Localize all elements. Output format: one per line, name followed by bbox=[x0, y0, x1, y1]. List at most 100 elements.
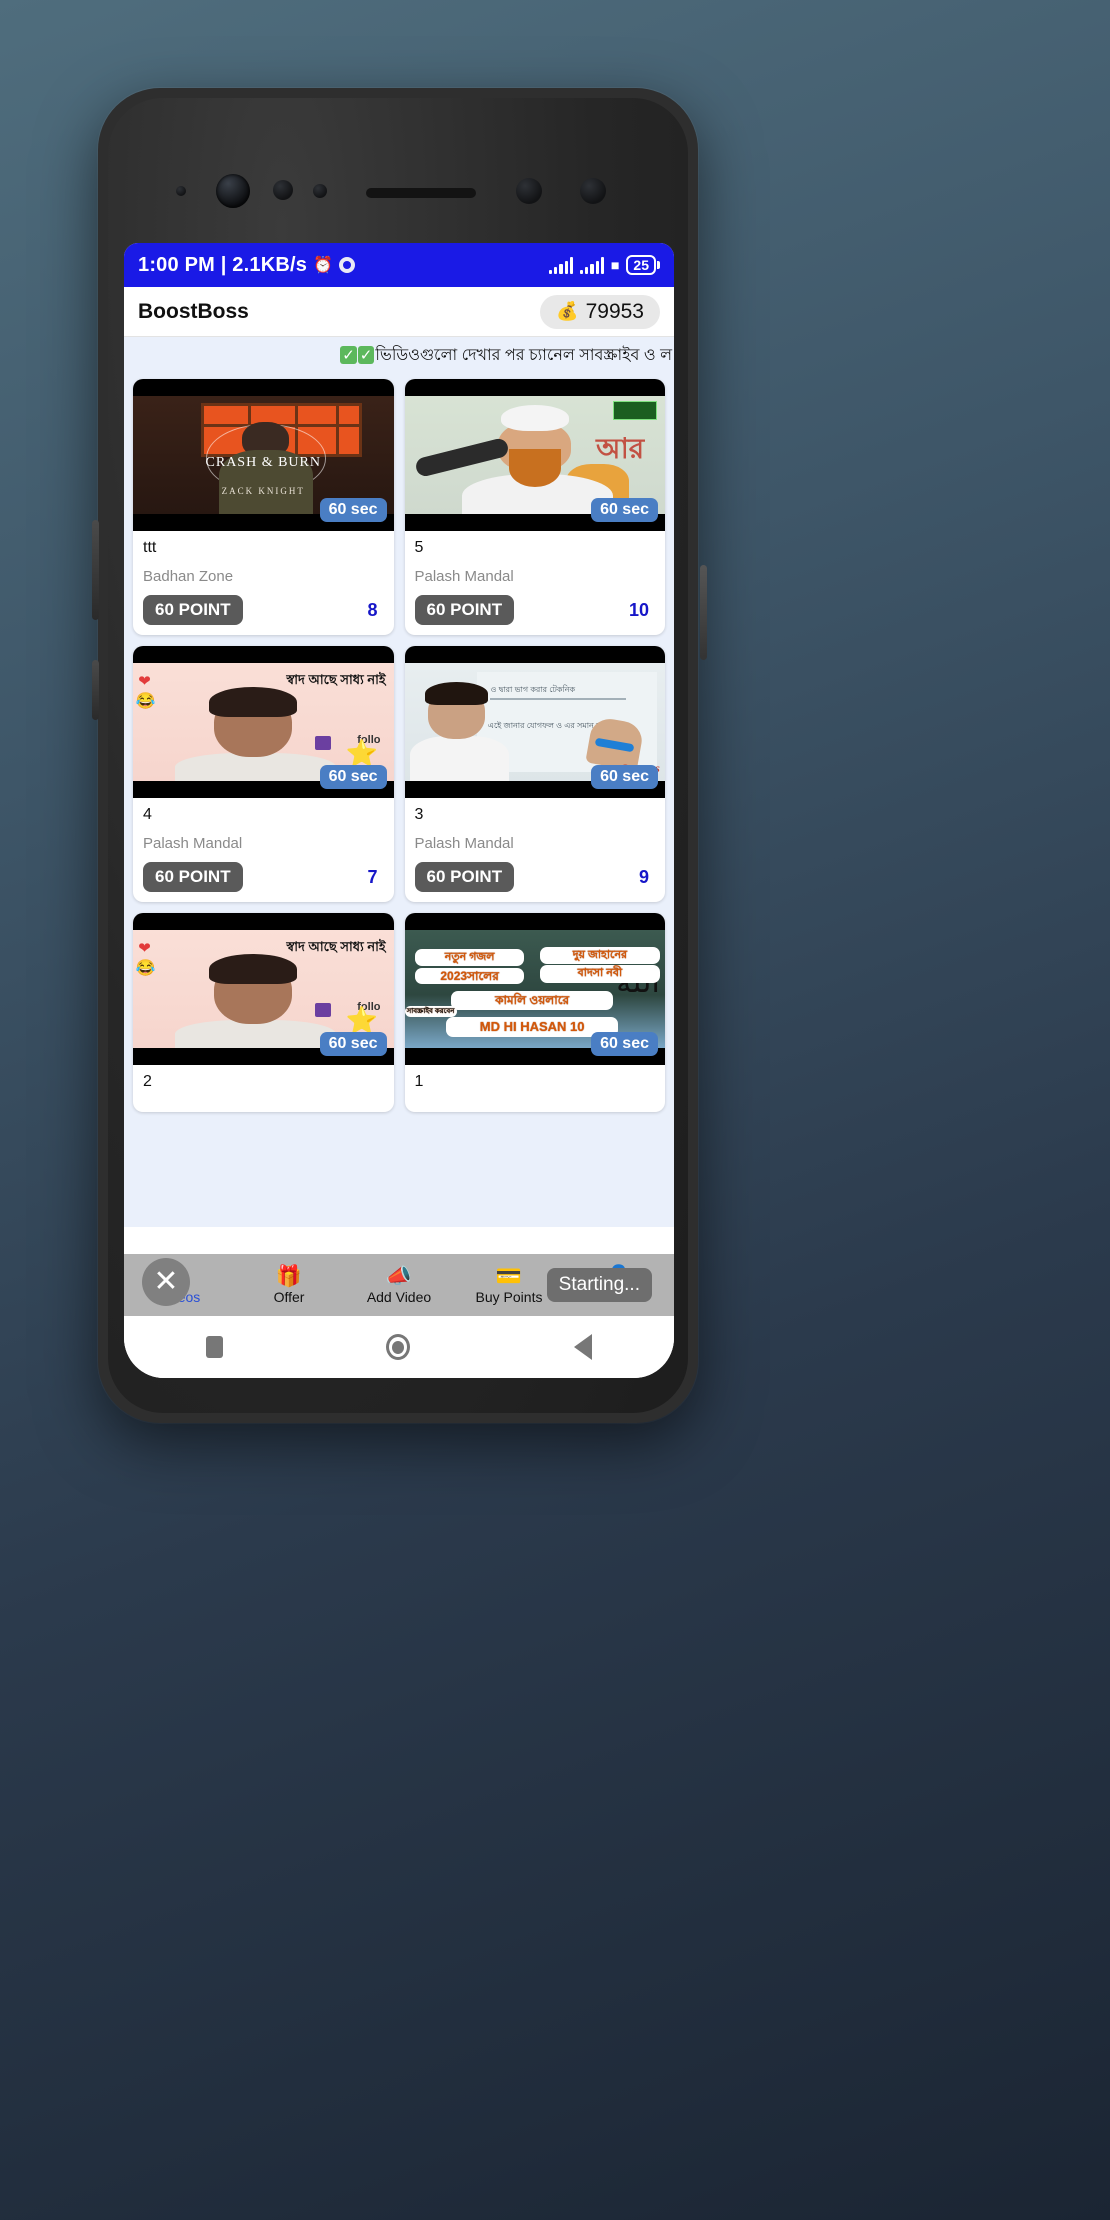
video-card-footer: 60 POINT 7 bbox=[143, 862, 384, 892]
app-bar: BoostBoss 💰 79953 bbox=[124, 287, 674, 337]
video-thumbnail[interactable]: CRASH & BURN ZACK KNIGHT 60 sec bbox=[133, 379, 394, 531]
thumbnail-artist-text: ZACK KNIGHT bbox=[221, 485, 305, 496]
video-card-body: 5 Palash Mandal 60 POINT 10 bbox=[405, 531, 666, 635]
heart-icon: ❤ bbox=[138, 673, 151, 691]
duration-badge: 60 sec bbox=[319, 765, 387, 789]
heart-icon: ❤ bbox=[138, 940, 151, 958]
nav-label: Offer bbox=[273, 1288, 305, 1305]
nav-item-add-video[interactable]: 📣 Add Video bbox=[344, 1264, 454, 1305]
power-button[interactable] bbox=[92, 660, 99, 720]
video-title: 2 bbox=[143, 1073, 152, 1090]
status-bar: 1:00 PM | 2.1KB/s ⏰ ⏹︎ 25 bbox=[124, 243, 674, 287]
circle-home-icon[interactable] bbox=[386, 1334, 411, 1360]
triangle-back-icon[interactable] bbox=[574, 1334, 593, 1360]
video-card[interactable]: স্বাদ আছে সাধ্য নাই ❤ 😂 follo ⭐ 60 sec 2 bbox=[133, 913, 394, 1112]
point-badge[interactable]: 60 POINT bbox=[414, 862, 515, 892]
check-mark-icon: ✓ bbox=[340, 346, 357, 364]
thumbnail-label: 2023সালের bbox=[414, 967, 525, 985]
coins-icon: 💰 bbox=[556, 301, 579, 321]
toast-message: Starting... bbox=[546, 1268, 652, 1302]
video-thumbnail[interactable]: স্বাদ আছে সাধ্য নাই ❤ 😂 follo ⭐ 60 sec bbox=[133, 913, 394, 1065]
video-card-footer: 60 POINT 10 bbox=[414, 595, 656, 625]
thumbnail-overlay-text: ও দ্বারা ভাগ করার টেকনিক bbox=[490, 685, 576, 695]
nav-label: Buy Points bbox=[475, 1288, 543, 1305]
video-card-body: ttt Badhan Zone 60 POINT 8 bbox=[133, 531, 394, 635]
video-card-footer: 60 POINT 8 bbox=[143, 595, 384, 625]
video-card[interactable]: ও দ্বারা ভাগ করার টেকনিক এইে জানার যোগফল… bbox=[404, 646, 665, 902]
gift-icon: 🎁 bbox=[275, 1264, 303, 1288]
thumbnail-overlay-text: স্বাদ আছে সাধ্য নাই bbox=[286, 939, 386, 955]
video-count: 8 bbox=[367, 599, 378, 620]
thumbnail-badge bbox=[612, 400, 658, 420]
video-thumbnail[interactable]: আর 60 sec bbox=[404, 379, 665, 531]
android-system-nav bbox=[124, 1316, 674, 1378]
earpiece-speaker bbox=[366, 188, 476, 198]
video-card[interactable]: CRASH & BURN ZACK KNIGHT 60 sec ttt Badh… bbox=[133, 379, 394, 635]
points-chip[interactable]: 💰 79953 bbox=[540, 294, 660, 329]
chrome-icon bbox=[339, 257, 355, 273]
thumbnail-artwork: الله নতুন গজল 2023সালের দুয় জাহানের বাদ… bbox=[404, 930, 665, 1048]
point-badge[interactable]: 60 POINT bbox=[143, 595, 243, 625]
duration-badge: 60 sec bbox=[591, 1032, 658, 1056]
battery-tip bbox=[657, 261, 660, 269]
video-title: ttt bbox=[143, 539, 157, 556]
point-badge[interactable]: 60 POINT bbox=[414, 595, 515, 625]
sensor-dot-icon bbox=[273, 180, 293, 200]
thumbnail-artwork: স্বাদ আছে সাধ্য নাই ❤ 😂 follo ⭐ bbox=[133, 930, 394, 1048]
video-thumbnail[interactable]: স্বাদ আছে সাধ্য নাই ❤ 😂 follo ⭐ 60 sec bbox=[133, 646, 394, 798]
wallet-icon: 💳 bbox=[495, 1264, 523, 1288]
video-card[interactable]: الله নতুন গজল 2023সালের দুয় জাহানের বাদ… bbox=[404, 913, 666, 1112]
video-title: 5 bbox=[414, 539, 424, 556]
square-recents-icon[interactable] bbox=[205, 1336, 223, 1358]
phone-screen: 1:00 PM | 2.1KB/s ⏰ ⏹︎ 25 BoostBoss 💰 79… bbox=[124, 243, 674, 1378]
thumbnail-label: সাবস্ক্রাইব করবেন bbox=[404, 1005, 457, 1017]
point-badge[interactable]: 60 POINT bbox=[143, 862, 243, 892]
thumbnail-title-text: CRASH & BURN bbox=[205, 455, 321, 470]
thumbnail-artwork: আর bbox=[404, 396, 665, 514]
video-title: 3 bbox=[414, 806, 424, 823]
close-button[interactable]: ✕ bbox=[142, 1258, 190, 1306]
video-thumbnail[interactable]: ও দ্বারা ভাগ করার টেকনিক এইে জানার যোগফল… bbox=[404, 646, 665, 798]
video-title: 4 bbox=[143, 806, 152, 823]
video-title: 1 bbox=[414, 1073, 424, 1090]
check-mark-icon: ✓ bbox=[357, 346, 375, 364]
wifi-icon: ⏹︎ bbox=[610, 255, 620, 275]
side-button-right[interactable] bbox=[700, 565, 707, 660]
points-value: 79953 bbox=[585, 299, 644, 323]
duration-badge: 60 sec bbox=[591, 498, 658, 522]
thumbnail-label: বাদসা নবী bbox=[539, 965, 660, 983]
emoji-icon: 😂 bbox=[135, 693, 156, 711]
video-card-body: 4 Palash Mandal 60 POINT 7 bbox=[133, 798, 394, 902]
sensor-dot-icon bbox=[176, 186, 186, 196]
sensor-dot-icon bbox=[516, 178, 542, 204]
battery-level: 25 bbox=[626, 255, 656, 275]
video-card[interactable]: আর 60 sec 5 Palash Mandal 60 POINT 10 bbox=[404, 379, 666, 635]
video-count: 7 bbox=[367, 866, 378, 887]
thumbnail-overlay-text: স্বাদ আছে সাধ্য নাই bbox=[286, 672, 386, 688]
thumbnail-artwork: ও দ্বারা ভাগ করার টেকনিক এইে জানার যোগফল… bbox=[404, 663, 665, 781]
nav-label: Add Video bbox=[366, 1288, 432, 1305]
thumbnail-artwork: CRASH & BURN ZACK KNIGHT bbox=[133, 396, 394, 514]
nav-item-offer[interactable]: 🎁 Offer bbox=[234, 1264, 344, 1305]
sensor-dot-icon bbox=[313, 184, 327, 198]
video-card[interactable]: স্বাদ আছে সাধ্য নাই ❤ 😂 follo ⭐ 60 sec 4… bbox=[133, 646, 394, 902]
thumbnail-label: দুয় জাহানের bbox=[539, 946, 660, 965]
video-channel: Badhan Zone bbox=[143, 568, 234, 585]
video-count: 9 bbox=[638, 866, 649, 887]
volume-button[interactable] bbox=[92, 520, 99, 620]
thumbnail-label: নতুন গজল bbox=[414, 948, 525, 967]
megaphone-icon: 📣 bbox=[385, 1264, 413, 1288]
video-channel: Palash Mandal bbox=[414, 568, 514, 585]
video-grid: CRASH & BURN ZACK KNIGHT 60 sec ttt Badh… bbox=[124, 373, 674, 1227]
signal-bars-icon bbox=[579, 256, 604, 274]
video-count: 10 bbox=[628, 599, 649, 620]
announcement-banner: ✓ ✓ ভিডিওগুলো দেখার পর চ্যানেল সাবস্ক্রাইব… bbox=[124, 337, 674, 373]
video-thumbnail[interactable]: الله নতুন গজল 2023সালের দুয় জাহানের বাদ… bbox=[404, 913, 665, 1065]
page-title: BoostBoss bbox=[138, 299, 249, 323]
status-bar-right: ⏹︎ 25 bbox=[549, 255, 660, 275]
video-card-body: 2 bbox=[133, 1065, 394, 1112]
video-card-body: 1 bbox=[405, 1065, 666, 1112]
duration-badge: 60 sec bbox=[319, 1032, 387, 1056]
signal-bars-icon bbox=[549, 256, 573, 274]
duration-badge: 60 sec bbox=[591, 765, 658, 789]
